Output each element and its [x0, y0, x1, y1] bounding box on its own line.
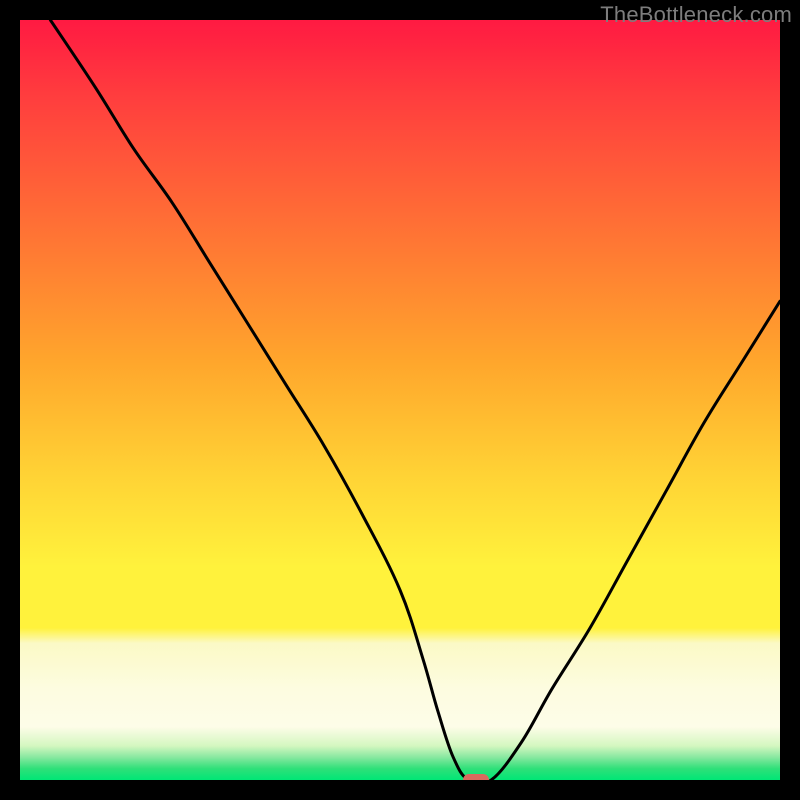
plot-area [20, 20, 780, 780]
chart-frame: TheBottleneck.com [0, 0, 800, 800]
bottleneck-curve [50, 20, 780, 780]
curve-layer [20, 20, 780, 780]
optimum-marker [463, 774, 490, 780]
watermark-text: TheBottleneck.com [600, 2, 792, 28]
